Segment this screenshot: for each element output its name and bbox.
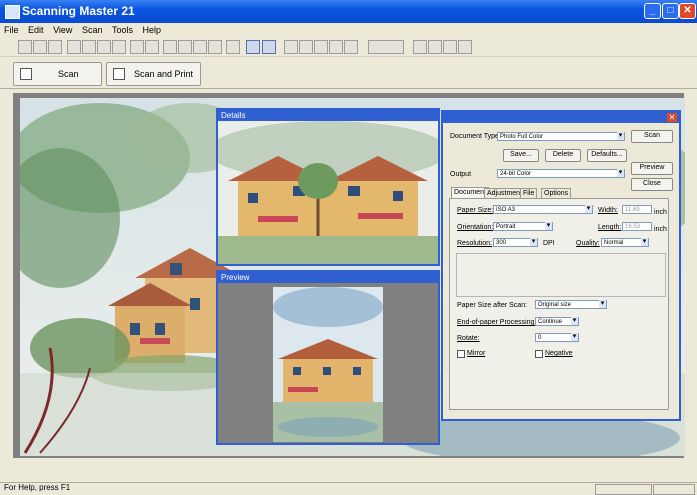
select-icon[interactable]: [163, 40, 177, 54]
rotate-label: Rotate:: [457, 335, 480, 342]
scan-icon[interactable]: [246, 40, 260, 54]
pen-icon[interactable]: [130, 40, 144, 54]
cut-icon[interactable]: [67, 40, 81, 54]
output-label: Output: [450, 171, 472, 178]
settings-close-icon[interactable]: ✕: [667, 113, 677, 122]
zoom-fit-icon[interactable]: [226, 40, 240, 54]
scan-bar: Scan Scan and Print: [0, 57, 697, 89]
copy-icon[interactable]: [82, 40, 96, 54]
save-icon[interactable]: [33, 40, 47, 54]
cross-icon[interactable]: [428, 40, 442, 54]
orientation-label: Orientation:: [457, 224, 494, 231]
print-icon[interactable]: [48, 40, 62, 54]
line-icon[interactable]: [145, 40, 159, 54]
details-title: Details: [218, 110, 438, 121]
scan-print-icon[interactable]: [262, 40, 276, 54]
negative-label: Negative: [545, 350, 573, 357]
rotate-icon[interactable]: [344, 40, 358, 54]
scan-print-button-label: Scan and Print: [134, 69, 194, 79]
app-icon: [5, 5, 20, 19]
close-dialog-button[interactable]: Close: [631, 178, 673, 191]
length-field[interactable]: 16.53: [622, 222, 652, 231]
menu-file[interactable]: File: [4, 25, 19, 35]
toolbar: [0, 37, 697, 57]
circle-icon[interactable]: [443, 40, 457, 54]
scan-icon: [20, 68, 32, 80]
menu-view[interactable]: View: [53, 25, 72, 35]
width-field[interactable]: 11.69: [622, 205, 652, 214]
paper-size-select[interactable]: ISO A3: [493, 205, 593, 214]
minimize-button[interactable]: _: [644, 3, 661, 19]
end-paper-select[interactable]: Continue: [535, 317, 579, 326]
length-unit: inch: [654, 226, 667, 233]
end-paper-label: End-of-paper Processing:: [457, 319, 537, 326]
crop-icon[interactable]: [284, 40, 298, 54]
ellipse-icon[interactable]: [458, 40, 472, 54]
paper-after-scan-label: Paper Size after Scan:: [457, 302, 528, 309]
scan-settings-dialog: ✕ Document Type: Photo Full Color Scan S…: [441, 110, 681, 421]
paste-icon[interactable]: [97, 40, 111, 54]
width-unit: inch: [654, 209, 667, 216]
close-button[interactable]: ✕: [679, 3, 696, 19]
grid-icon[interactable]: [413, 40, 427, 54]
status-panel-1: [595, 484, 652, 495]
flip-icon[interactable]: [299, 40, 313, 54]
resolution-label: Resolution:: [457, 240, 493, 247]
menu-tools[interactable]: Tools: [112, 25, 133, 35]
preview-window: Preview: [216, 270, 440, 445]
menu-scan[interactable]: Scan: [82, 25, 103, 35]
mirror-checkbox[interactable]: [457, 350, 465, 358]
defaults-button[interactable]: Defaults...: [587, 149, 627, 162]
save-preset-button[interactable]: Save...: [503, 149, 539, 162]
scan-print-icon: [113, 68, 125, 80]
menu-edit[interactable]: Edit: [28, 25, 44, 35]
quality-label: Quality:: [576, 240, 600, 247]
maximize-button[interactable]: □: [662, 3, 679, 19]
scan-and-print-button[interactable]: Scan and Print: [106, 62, 201, 86]
resolution-select[interactable]: 300: [493, 238, 538, 247]
negative-checkbox[interactable]: [535, 350, 543, 358]
rotate-left-icon[interactable]: [314, 40, 328, 54]
options-groupbox: [456, 253, 666, 297]
menu-bar: File Edit View Scan Tools Help: [0, 23, 697, 37]
status-panel-2: [653, 484, 695, 495]
width-label: Width:: [598, 207, 618, 214]
window-title: Scanning Master 21: [22, 4, 135, 18]
menu-help[interactable]: Help: [143, 25, 162, 35]
status-bar: For Help, press F1: [0, 482, 697, 495]
rotate-select[interactable]: 0: [535, 333, 579, 342]
line-width-selector[interactable]: [368, 40, 404, 54]
zoom-in-icon[interactable]: [193, 40, 207, 54]
paper-after-scan-select[interactable]: Original size: [535, 300, 607, 309]
quality-select[interactable]: Normal: [601, 238, 649, 247]
title-bar: Scanning Master 21 _ □ ✕: [0, 0, 697, 23]
scan-button[interactable]: Scan: [13, 62, 102, 86]
mirror-label: Mirror: [467, 350, 486, 357]
preview-dialog-button[interactable]: Preview: [631, 162, 673, 175]
zoom-icon[interactable]: [178, 40, 192, 54]
orientation-select[interactable]: Portrait: [493, 222, 553, 231]
settings-title-bar: ✕: [443, 112, 679, 123]
scan-dialog-button[interactable]: Scan: [631, 130, 673, 143]
dpi-label: DPI: [543, 240, 555, 247]
preview-image: [273, 287, 383, 442]
rotate-right-icon[interactable]: [329, 40, 343, 54]
zoom-out-icon[interactable]: [208, 40, 222, 54]
fill-icon[interactable]: [112, 40, 126, 54]
preview-title: Preview: [218, 272, 438, 283]
document-type-select[interactable]: Photo Full Color: [497, 132, 625, 141]
open-icon[interactable]: [18, 40, 32, 54]
length-label: Length:: [598, 224, 622, 231]
output-select[interactable]: 24-bit Color: [497, 169, 625, 178]
paper-size-label: Paper Size:: [457, 207, 494, 214]
status-text: For Help, press F1: [4, 483, 71, 492]
details-image: [208, 121, 448, 264]
scan-button-label: Scan: [58, 69, 79, 79]
delete-preset-button[interactable]: Delete: [545, 149, 581, 162]
document-type-label: Document Type:: [450, 133, 501, 140]
details-window: Details: [208, 108, 448, 266]
